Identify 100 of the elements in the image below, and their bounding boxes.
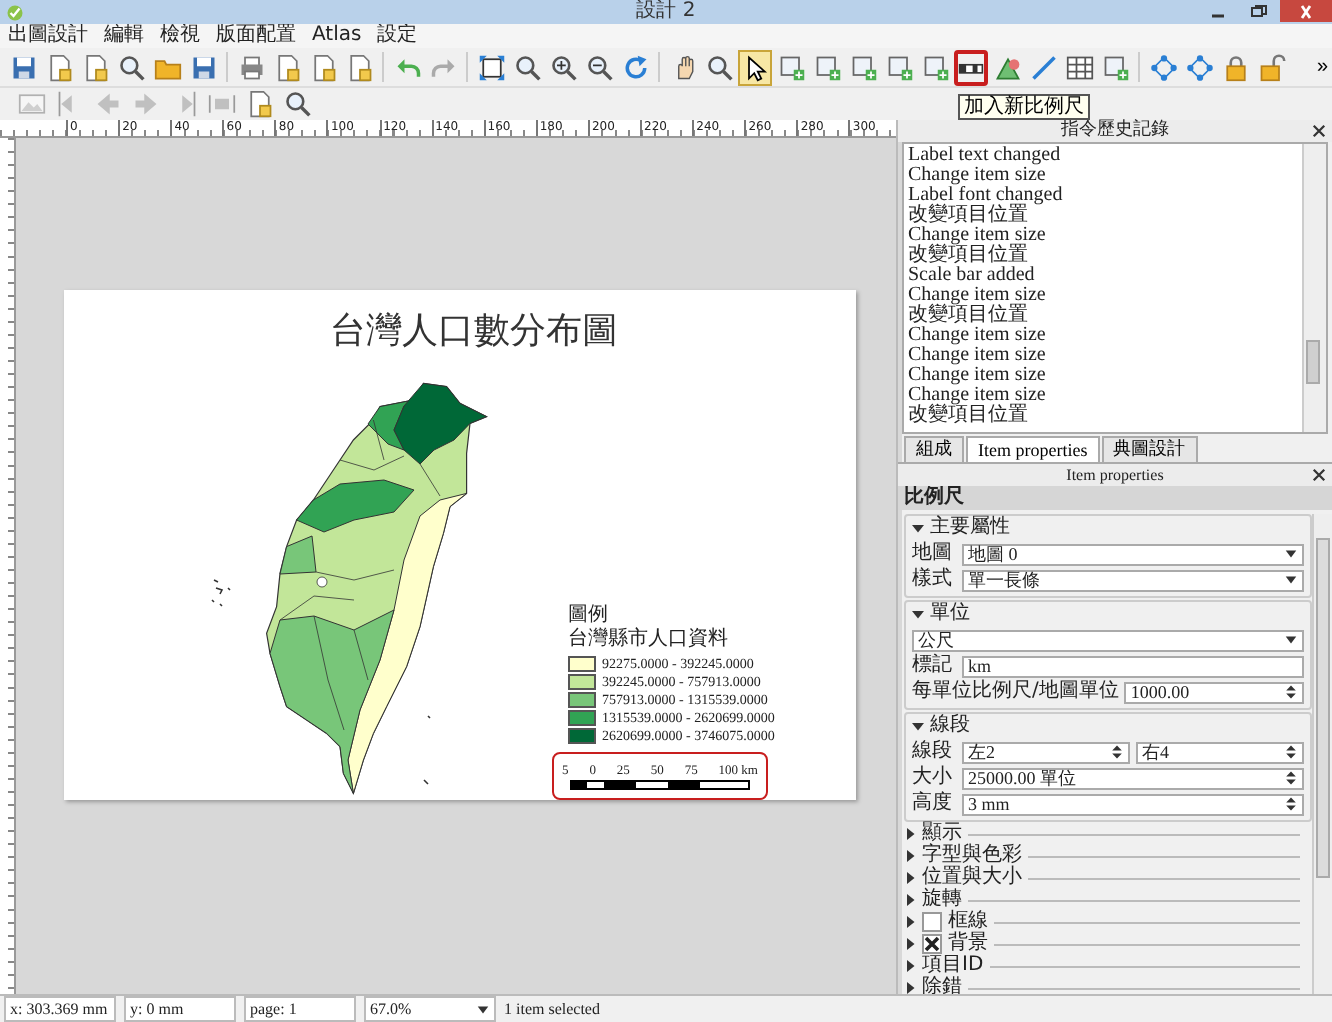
collapsed-arrow-icon[interactable] bbox=[904, 960, 916, 972]
floppy-icon bbox=[9, 53, 37, 81]
unlock-icon bbox=[1257, 53, 1285, 81]
group-title: 項目ID bbox=[922, 956, 984, 976]
menu-item[interactable]: 設定 bbox=[377, 24, 418, 48]
x-coordinate-field: x: 303.369 mm bbox=[4, 996, 116, 1022]
close-icon bbox=[1296, 3, 1316, 19]
history-entry[interactable]: Change item size bbox=[908, 366, 1298, 386]
history-entry[interactable]: 改變項目位置 bbox=[908, 406, 1298, 426]
scrollbar[interactable] bbox=[1312, 514, 1332, 994]
spin-box[interactable]: 25000.00 單位 bbox=[962, 767, 1304, 789]
window-title: 設計 2 bbox=[634, 0, 698, 24]
zoom-out-icon bbox=[585, 53, 613, 81]
field-label: 地圖 bbox=[912, 542, 954, 566]
expand-icon bbox=[477, 53, 505, 81]
toolbar-overflow-button[interactable]: » bbox=[1312, 56, 1332, 78]
checkbox[interactable] bbox=[922, 934, 942, 954]
history-entry[interactable]: Change item size bbox=[908, 286, 1298, 306]
menu-item[interactable]: 編輯 bbox=[104, 24, 144, 48]
shapes-icon bbox=[993, 53, 1021, 81]
app-logo-icon bbox=[6, 3, 24, 21]
field-label: 標記 bbox=[912, 654, 954, 678]
toolbar-button[interactable] bbox=[282, 89, 314, 119]
expanded-arrow-icon[interactable] bbox=[912, 608, 924, 620]
spin-box[interactable]: 1000.00 bbox=[1124, 681, 1304, 703]
panel-title: 指令歷史記錄 bbox=[1061, 120, 1169, 142]
nodes-icon bbox=[1149, 53, 1177, 81]
dropdown[interactable]: 單一長條 bbox=[962, 569, 1304, 591]
dropdown[interactable]: 公尺 bbox=[912, 629, 1304, 651]
group-title: 背景 bbox=[948, 934, 988, 954]
collapsed-arrow-icon[interactable] bbox=[904, 872, 916, 884]
history-entry[interactable]: Change item size bbox=[908, 326, 1298, 346]
history-entry[interactable]: 改變項目位置 bbox=[908, 306, 1298, 326]
menu-item[interactable]: Atlas bbox=[312, 24, 362, 48]
frame-icon bbox=[885, 53, 913, 81]
nodes-icon bbox=[1185, 53, 1213, 81]
collapsed-arrow-icon[interactable] bbox=[904, 982, 916, 994]
collapsed-arrow-icon[interactable] bbox=[904, 894, 916, 906]
collapsed-arrow-icon[interactable] bbox=[904, 828, 916, 840]
magnifier-icon bbox=[513, 53, 541, 81]
group-title: 框線 bbox=[948, 912, 988, 932]
printer-icon bbox=[237, 53, 265, 81]
frame-icon bbox=[813, 53, 841, 81]
arrow-right-icon bbox=[132, 90, 160, 118]
table-icon bbox=[1065, 53, 1093, 81]
tab[interactable]: Item properties bbox=[966, 436, 1100, 462]
undo-icon bbox=[393, 53, 421, 81]
expanded-arrow-icon[interactable] bbox=[912, 720, 924, 732]
group-title: 旋轉 bbox=[922, 890, 962, 910]
floppy-icon bbox=[189, 53, 217, 81]
history-entry[interactable]: Change item size bbox=[908, 346, 1298, 366]
spin-box[interactable]: 左2 bbox=[962, 741, 1130, 763]
close-icon[interactable] bbox=[1312, 468, 1326, 482]
tooltip: 加入新比例尺 bbox=[958, 93, 1090, 119]
frame-icon bbox=[777, 53, 805, 81]
collapsed-arrow-icon[interactable] bbox=[904, 916, 916, 928]
close-button[interactable] bbox=[1280, 0, 1332, 22]
history-entry[interactable]: Label text changed bbox=[908, 146, 1298, 166]
zoom-in-icon bbox=[549, 53, 577, 81]
tab[interactable]: 典圖設計 bbox=[1101, 436, 1198, 462]
lock-icon bbox=[1221, 53, 1249, 81]
text-field[interactable]: km bbox=[962, 655, 1304, 677]
magnifier-icon bbox=[117, 53, 145, 81]
history-entry[interactable]: Change item size bbox=[908, 226, 1298, 246]
legend-layer-name: 台灣縣市人口資料 bbox=[568, 628, 730, 652]
spin-box[interactable]: 右4 bbox=[1136, 741, 1304, 763]
menu-item[interactable]: 檢視 bbox=[160, 24, 200, 48]
restore-icon bbox=[1248, 3, 1268, 19]
history-entry[interactable]: Change item size bbox=[908, 166, 1298, 186]
page-icon bbox=[309, 53, 337, 81]
field-label: 樣式 bbox=[912, 568, 954, 592]
frame-icon bbox=[1101, 53, 1129, 81]
group-title: 線段 bbox=[930, 714, 970, 738]
checkbox[interactable] bbox=[922, 912, 942, 932]
zoom-dropdown[interactable]: 67.0% bbox=[364, 996, 496, 1022]
history-entry[interactable]: 改變項目位置 bbox=[908, 206, 1298, 226]
menu-item[interactable]: 版面配置 bbox=[216, 24, 296, 48]
spin-box[interactable]: 3 mm bbox=[962, 793, 1304, 815]
selection-status: 1 item selected bbox=[504, 1000, 600, 1018]
spinner-icon bbox=[1110, 744, 1124, 760]
scrollbar[interactable] bbox=[1302, 144, 1326, 432]
toolbar-button[interactable] bbox=[738, 49, 772, 85]
group-title: 字型與色彩 bbox=[922, 846, 1022, 866]
magnifier-icon bbox=[705, 53, 733, 81]
dropdown[interactable]: 地圖 0 bbox=[962, 543, 1304, 565]
distribute-icon bbox=[208, 90, 236, 118]
page-field: page: 1 bbox=[244, 996, 356, 1022]
expanded-arrow-icon[interactable] bbox=[912, 522, 924, 534]
menu-item[interactable]: 出圖設計 bbox=[8, 24, 88, 48]
page-icon bbox=[45, 53, 73, 81]
collapsed-arrow-icon[interactable] bbox=[904, 938, 916, 950]
spinner-icon bbox=[1284, 684, 1298, 700]
collapsed-arrow-icon[interactable] bbox=[904, 850, 916, 862]
history-entry[interactable]: Label font changed bbox=[908, 186, 1298, 206]
page-icon bbox=[345, 53, 373, 81]
tab[interactable]: 組成 bbox=[904, 436, 964, 462]
history-entry[interactable]: Scale bar added bbox=[908, 266, 1298, 286]
history-entry[interactable]: 改變項目位置 bbox=[908, 246, 1298, 266]
history-entry[interactable]: Change item size bbox=[908, 386, 1298, 406]
close-icon[interactable] bbox=[1312, 124, 1326, 138]
